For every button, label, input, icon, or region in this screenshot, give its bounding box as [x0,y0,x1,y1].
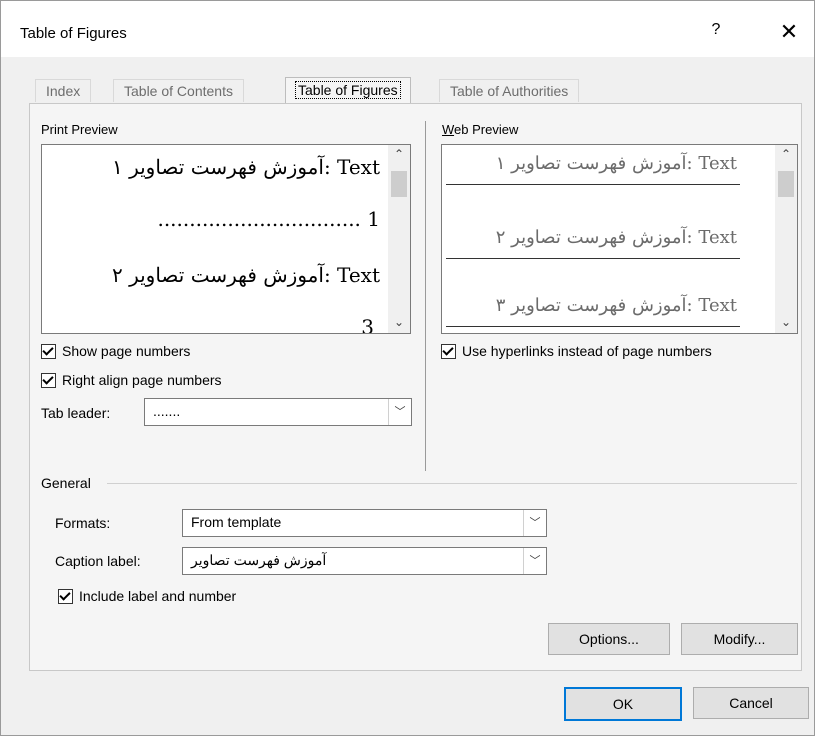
title-bar: Table of Figures ? ✕ [1,1,814,57]
close-icon[interactable]: ✕ [771,17,807,47]
formats-value: From template [191,514,282,530]
chevron-down-icon[interactable]: ﹀ [523,510,546,536]
link-underline [446,258,740,259]
web-preview-box: Text :آموزش فهرست تصاویر ۱ Text :آموزش ف… [441,144,798,334]
vertical-divider [425,121,426,471]
link-underline [446,326,740,327]
include-label-text: Include label and number [79,588,237,604]
caption-label-label: Caption label: [55,553,141,569]
scroll-up-icon[interactable]: ⌃ [775,147,797,165]
print-preview-line-3: Text :آموزش فهرست تصاویر ۲ [111,263,380,287]
checkmark-icon[interactable] [41,343,56,359]
ok-button[interactable]: OK [564,687,682,721]
scroll-thumb[interactable] [391,171,407,197]
question-icon[interactable]: ? [701,21,731,45]
tab-leader-value: ....... [153,403,181,419]
tab-leader-label: Tab leader: [41,405,111,421]
checkmark-icon[interactable] [441,343,456,359]
print-preview-line-4: 3 [361,315,374,334]
options-button[interactable]: Options... [548,623,670,655]
print-preview-line-1: Text :آموزش فهرست تصاویر ۱ [111,155,380,179]
print-preview-line-2: ................................ 1 [157,207,380,231]
include-label-checkbox[interactable]: Include label and number [58,588,236,604]
caption-label-value: آموزش فهرست تصاویر [191,552,327,568]
scroll-thumb[interactable] [778,171,794,197]
tab-table-of-figures[interactable]: Table of Figures [285,77,411,104]
tab-table-of-authorities[interactable]: Table of Authorities [439,79,580,102]
scroll-up-icon[interactable]: ⌃ [388,147,410,165]
web-preview-label: Web Preview [442,122,519,137]
web-preview-scrollbar[interactable]: ⌃ ⌄ [775,145,797,333]
tab-table-of-contents[interactable]: Table of Contents [113,79,244,102]
general-label: General [41,475,91,491]
window-title: Table of Figures [20,25,127,42]
web-preview-link-1[interactable]: Text :آموزش فهرست تصاویر ۱ [496,153,737,174]
formats-label: Formats: [55,515,111,531]
general-separator [107,483,797,484]
show-page-numbers-label: Show page numbers [62,343,191,359]
chevron-down-icon[interactable]: ﹀ [388,399,411,425]
chevron-down-icon[interactable]: ﹀ [523,548,546,574]
caption-label-dropdown[interactable]: آموزش فهرست تصاویر ﹀ [182,547,547,575]
scroll-down-icon[interactable]: ⌄ [775,315,797,333]
link-underline [446,184,740,185]
print-preview-label: Print Preview [41,122,118,137]
right-align-checkbox[interactable]: Right align page numbers [41,372,222,388]
print-preview-box: Text :آموزش فهرست تصاویر ۱ .............… [41,144,411,334]
formats-dropdown[interactable]: From template ﹀ [182,509,547,537]
tab-index[interactable]: Index [35,79,92,102]
web-preview-link-2[interactable]: Text :آموزش فهرست تصاویر ۲ [496,227,737,248]
modify-button[interactable]: Modify... [681,623,798,655]
tab-leader-dropdown[interactable]: ....... ﹀ [144,398,412,426]
right-align-label: Right align page numbers [62,372,222,388]
web-preview-link-3[interactable]: Text :آموزش فهرست تصاویر ۳ [496,295,737,316]
use-hyperlinks-label: Use hyperlinks instead of page numbers [462,343,712,359]
print-preview-scrollbar[interactable]: ⌃ ⌄ [388,145,410,333]
show-page-numbers-checkbox[interactable]: Show page numbers [41,343,190,359]
checkmark-icon[interactable] [41,372,56,388]
use-hyperlinks-checkbox[interactable]: Use hyperlinks instead of page numbers [441,343,712,359]
cancel-button[interactable]: Cancel [693,687,809,719]
checkmark-icon[interactable] [58,588,73,604]
table-of-figures-dialog: Table of Figures ? ✕ Index Table of Cont… [0,0,815,736]
scroll-down-icon[interactable]: ⌄ [388,315,410,333]
